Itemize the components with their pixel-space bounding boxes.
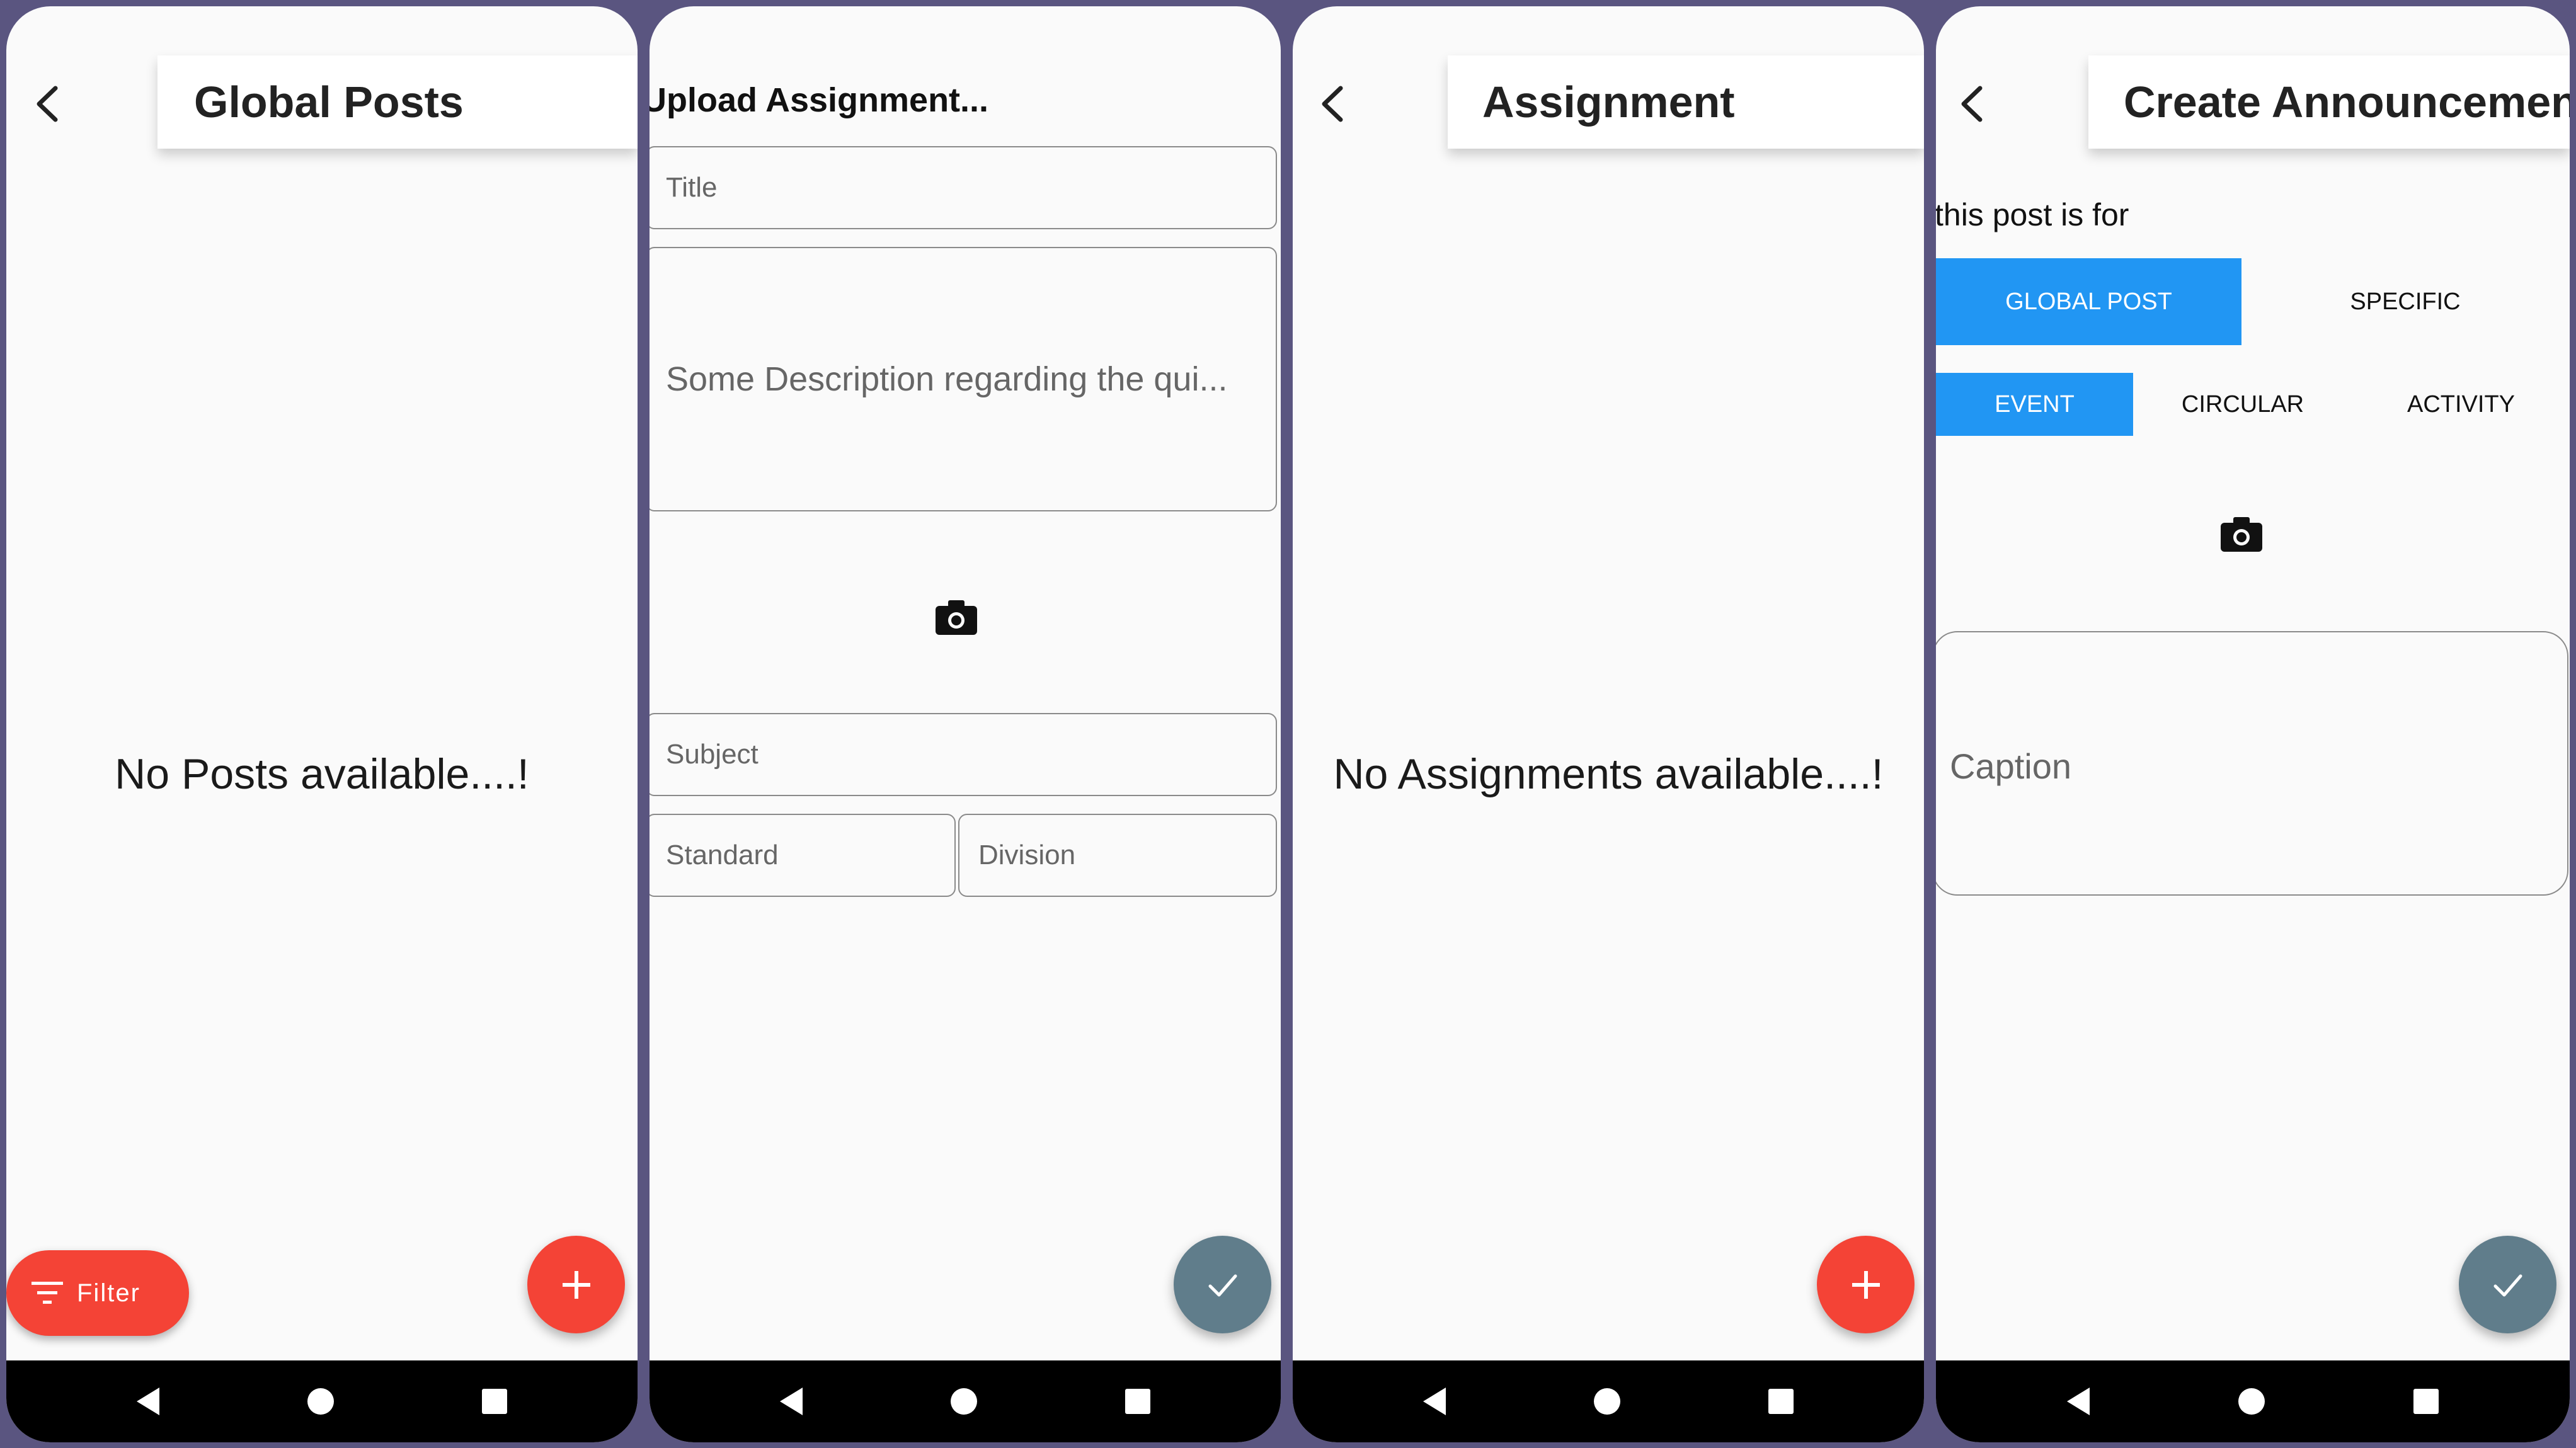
check-icon bbox=[1208, 1274, 1237, 1296]
screen-create-announcement: Create Announcement this post is for GLO… bbox=[1936, 6, 2570, 1442]
caption-input[interactable]: Caption bbox=[1936, 631, 2568, 896]
title-input[interactable]: Title bbox=[650, 146, 1277, 229]
nav-home-button[interactable] bbox=[2238, 1388, 2265, 1415]
nav-recents-button[interactable] bbox=[1125, 1389, 1150, 1414]
post-for-label: this post is for bbox=[1936, 197, 2129, 232]
nav-back-button[interactable] bbox=[2067, 1388, 2090, 1415]
type-option-circular[interactable]: CIRCULAR bbox=[2133, 373, 2352, 436]
screen-assignment: Assignment No Assignments available....! bbox=[1293, 6, 1924, 1442]
audience-option-specific[interactable]: SPECIFIC bbox=[2241, 258, 2569, 345]
plus-icon bbox=[562, 1270, 590, 1299]
screen-global-posts: Global Posts No Posts available....! Fil… bbox=[6, 6, 638, 1442]
camera-icon[interactable] bbox=[2219, 515, 2264, 553]
page-title: Upload Assignment... bbox=[650, 81, 989, 119]
back-arrow-icon[interactable] bbox=[30, 82, 68, 126]
submit-button[interactable] bbox=[1174, 1236, 1271, 1333]
system-nav-bar bbox=[1293, 1360, 1924, 1442]
back-arrow-icon[interactable] bbox=[1315, 82, 1353, 126]
division-input[interactable]: Division bbox=[958, 814, 1277, 897]
nav-back-button[interactable] bbox=[137, 1388, 160, 1415]
app-bar: Global Posts bbox=[157, 55, 638, 149]
description-input[interactable]: Some Description regarding the qui... bbox=[650, 247, 1277, 511]
camera-icon[interactable] bbox=[934, 598, 978, 636]
nav-back-button[interactable] bbox=[780, 1388, 803, 1415]
app-bar: Assignment bbox=[1448, 55, 1924, 149]
submit-button[interactable] bbox=[2459, 1236, 2556, 1333]
nav-back-button[interactable] bbox=[1423, 1388, 1446, 1415]
system-nav-bar bbox=[650, 1360, 1281, 1442]
nav-recents-button[interactable] bbox=[1768, 1389, 1794, 1414]
filter-icon bbox=[31, 1282, 63, 1304]
empty-message: No Posts available....! bbox=[115, 750, 529, 798]
back-arrow-icon[interactable] bbox=[1955, 82, 1993, 126]
check-icon bbox=[2493, 1274, 2522, 1296]
page-title: Create Announcement bbox=[2124, 77, 2570, 127]
filter-button[interactable]: Filter bbox=[6, 1250, 189, 1336]
type-option-event[interactable]: EVENT bbox=[1936, 373, 2133, 436]
app-bar: Create Announcement bbox=[2088, 55, 2570, 149]
add-post-button[interactable] bbox=[527, 1236, 625, 1333]
type-option-activity[interactable]: ACTIVITY bbox=[2352, 373, 2570, 436]
filter-label: Filter bbox=[77, 1279, 140, 1307]
page-title: Assignment bbox=[1482, 77, 1735, 127]
standard-input[interactable]: Standard bbox=[650, 814, 956, 897]
plus-icon bbox=[1852, 1270, 1880, 1299]
page-title: Global Posts bbox=[194, 77, 464, 127]
subject-input[interactable]: Subject bbox=[650, 713, 1277, 796]
nav-home-button[interactable] bbox=[1593, 1388, 1620, 1415]
empty-message: No Assignments available....! bbox=[1333, 750, 1884, 798]
screen-upload-assignment: Upload Assignment... Title Some Descript… bbox=[650, 6, 1281, 1442]
nav-recents-button[interactable] bbox=[2413, 1389, 2439, 1414]
system-nav-bar bbox=[1936, 1360, 2570, 1442]
nav-recents-button[interactable] bbox=[481, 1389, 507, 1414]
add-assignment-button[interactable] bbox=[1817, 1236, 1915, 1333]
system-nav-bar bbox=[6, 1360, 638, 1442]
audience-option-global-post[interactable]: GLOBAL POST bbox=[1936, 258, 2241, 345]
nav-home-button[interactable] bbox=[307, 1388, 334, 1415]
nav-home-button[interactable] bbox=[950, 1388, 977, 1415]
